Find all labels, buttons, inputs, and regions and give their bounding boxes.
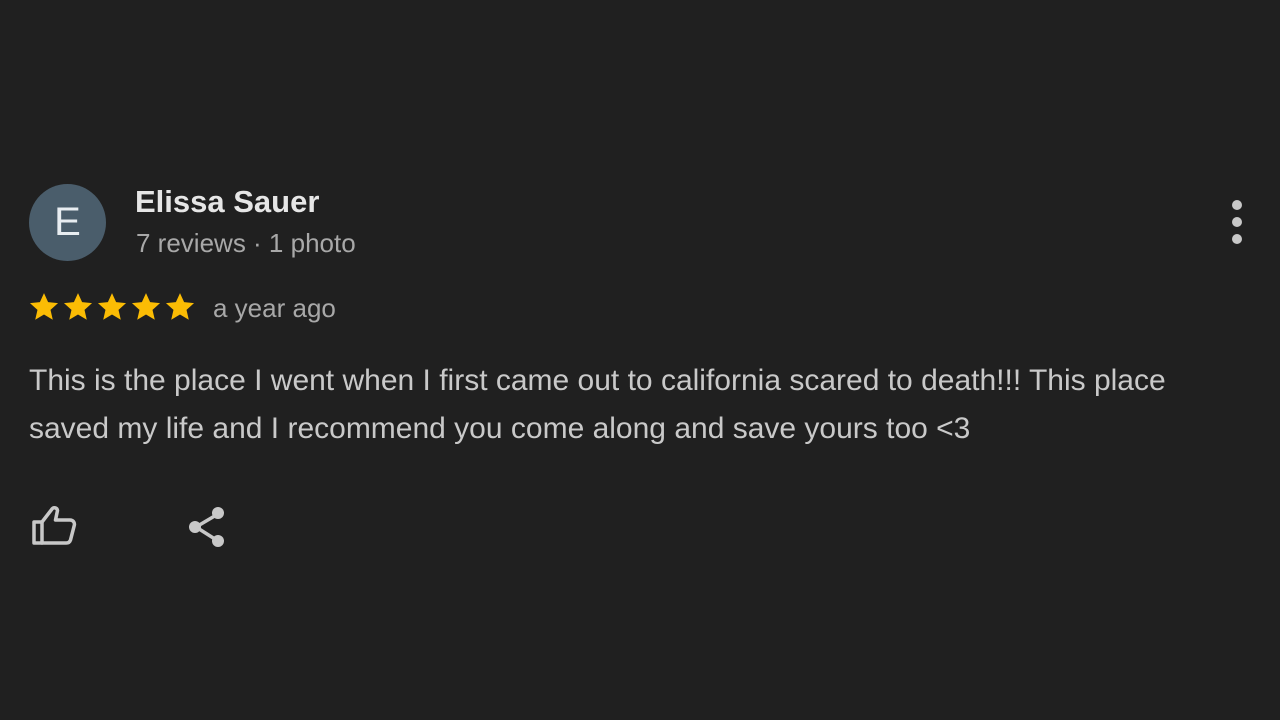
like-button[interactable] bbox=[28, 500, 80, 550]
more-vertical-icon-dot bbox=[1232, 217, 1242, 227]
review-card: E Elissa Sauer 7 reviews · 1 photo a yea… bbox=[0, 0, 1280, 720]
review-date: a year ago bbox=[213, 293, 336, 323]
star-rating bbox=[27, 290, 197, 324]
avatar[interactable]: E bbox=[29, 184, 106, 261]
star-icon bbox=[29, 293, 59, 320]
more-vertical-icon-dot bbox=[1232, 234, 1242, 244]
thumbs-up-icon bbox=[32, 506, 77, 545]
author-name[interactable]: Elissa Sauer bbox=[135, 184, 319, 220]
star-icon bbox=[131, 293, 161, 320]
star-icon bbox=[165, 293, 195, 320]
share-icon bbox=[189, 507, 224, 547]
more-vertical-icon bbox=[1232, 200, 1242, 210]
more-options-button[interactable] bbox=[1220, 198, 1254, 246]
star-icon bbox=[97, 293, 127, 320]
star-icon bbox=[63, 293, 93, 320]
share-button[interactable] bbox=[184, 503, 232, 551]
author-meta[interactable]: 7 reviews · 1 photo bbox=[136, 228, 356, 259]
review-text: This is the place I went when I first ca… bbox=[29, 364, 1166, 445]
